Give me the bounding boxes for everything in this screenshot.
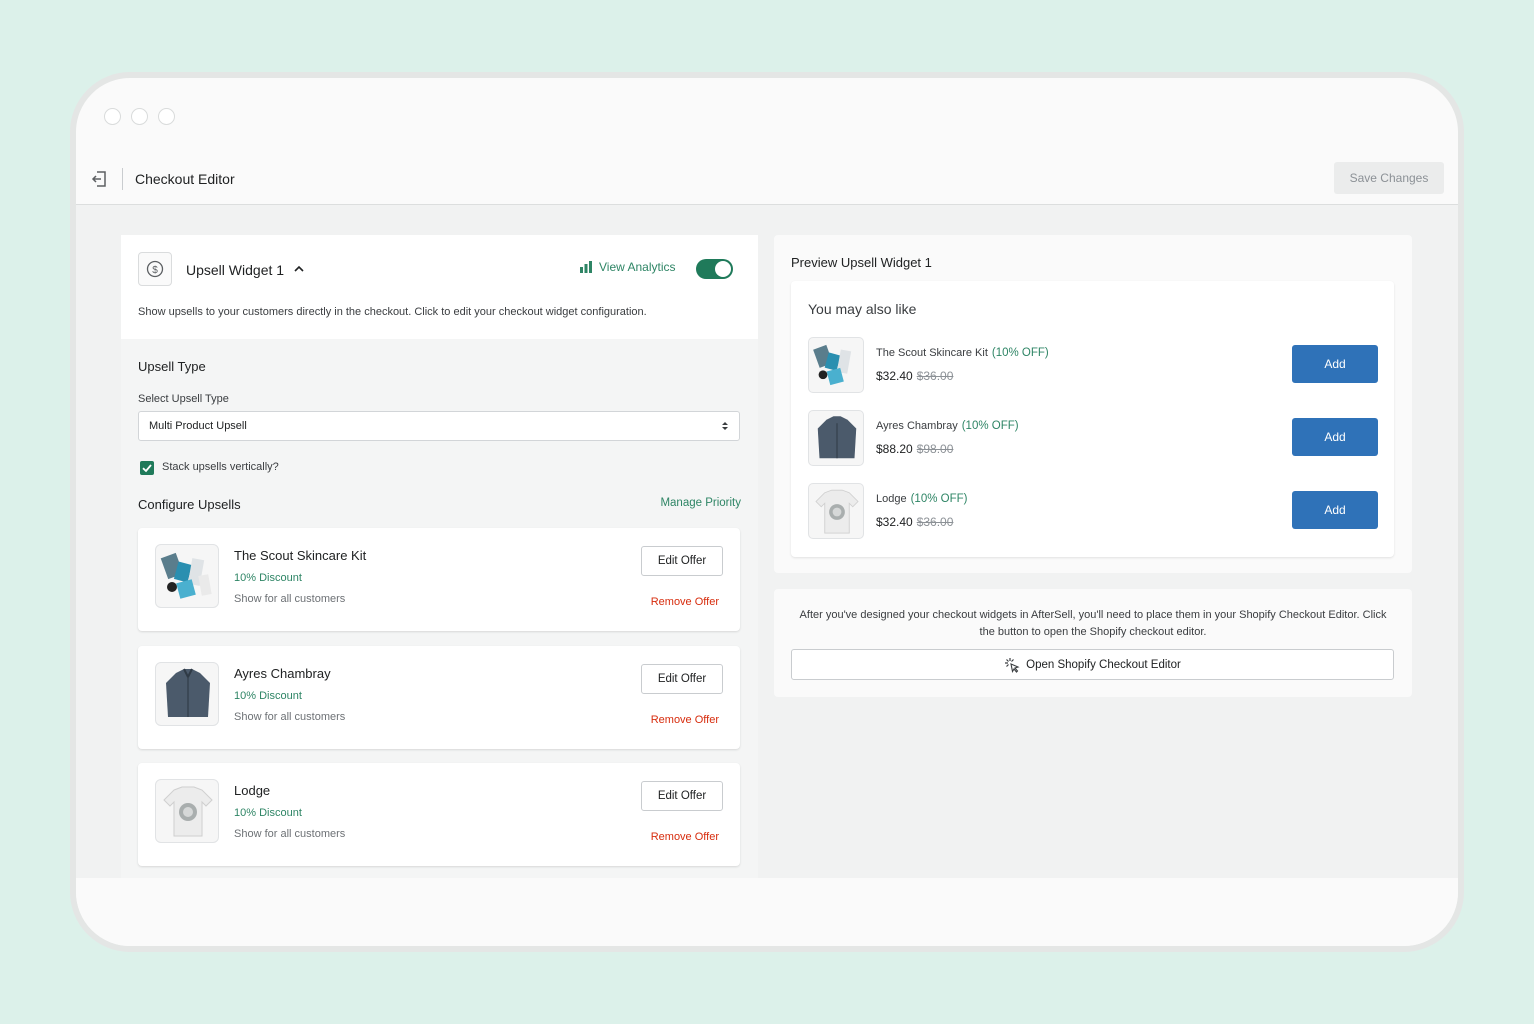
offer-audience: Show for all customers bbox=[234, 711, 346, 723]
product-thumbnail-shirt bbox=[155, 662, 219, 726]
offer-card: The Scout Skincare Kit 10% Discount Show… bbox=[138, 528, 740, 631]
stack-vertically-checkbox[interactable] bbox=[140, 461, 154, 475]
preview-item-price: $32.40 bbox=[876, 515, 913, 529]
widget-enabled-toggle[interactable] bbox=[696, 259, 733, 279]
preview-thumbnail-skincare bbox=[808, 337, 864, 393]
bar-chart-icon bbox=[580, 261, 592, 273]
checkmark-icon bbox=[142, 464, 152, 473]
offer-discount: 10% Discount bbox=[234, 807, 302, 819]
stack-vertically-label: Stack upsells vertically? bbox=[162, 461, 279, 473]
widget-config-panel: $ Upsell Widget 1 View Analytics Show up… bbox=[121, 235, 758, 878]
remove-offer-link[interactable]: Remove Offer bbox=[651, 831, 719, 843]
offer-name: The Scout Skincare Kit bbox=[234, 548, 367, 563]
widget-title[interactable]: Upsell Widget 1 bbox=[186, 262, 284, 278]
bottom-area bbox=[76, 878, 1458, 946]
product-thumbnail-skincare bbox=[155, 544, 219, 608]
preview-title: Preview Upsell Widget 1 bbox=[791, 255, 932, 270]
offer-name: Ayres Chambray bbox=[234, 666, 331, 681]
preview-item-old-price: $98.00 bbox=[916, 442, 954, 456]
preview-item-off: (10% OFF) bbox=[961, 420, 1019, 432]
add-button[interactable]: Add bbox=[1292, 491, 1378, 529]
window-maximize-button[interactable] bbox=[158, 108, 175, 125]
select-arrows-icon bbox=[722, 422, 728, 430]
exit-icon[interactable] bbox=[90, 170, 108, 188]
preview-item-name: The Scout Skincare Kit bbox=[876, 347, 988, 359]
preview-item-price-line: $32.40 $36.00 bbox=[876, 515, 953, 529]
preview-item-price-line: $88.20 $98.00 bbox=[876, 442, 953, 456]
page-title: Checkout Editor bbox=[135, 171, 235, 187]
edit-offer-button[interactable]: Edit Offer bbox=[641, 664, 723, 694]
offer-audience: Show for all customers bbox=[234, 593, 346, 605]
offer-audience: Show for all customers bbox=[234, 828, 346, 840]
view-analytics-label: View Analytics bbox=[599, 260, 676, 274]
divider bbox=[122, 168, 123, 190]
window-close-button[interactable] bbox=[104, 108, 121, 125]
preview-widget: You may also like The Scout Skincare Kit… bbox=[791, 281, 1394, 557]
preview-item-name: Ayres Chambray bbox=[876, 420, 958, 432]
preview-item-name-line: Ayres Chambray (10% OFF) bbox=[876, 420, 1019, 432]
dollar-icon: $ bbox=[146, 260, 164, 278]
open-checkout-editor-button[interactable]: Open Shopify Checkout Editor bbox=[791, 649, 1394, 680]
preview-item-off: (10% OFF) bbox=[910, 493, 968, 505]
info-text: After you've designed your checkout widg… bbox=[799, 609, 1387, 638]
checkout-editor-info: After you've designed your checkout widg… bbox=[774, 589, 1412, 697]
view-analytics-link[interactable]: View Analytics bbox=[579, 260, 675, 274]
offer-card: Lodge 10% Discount Show for all customer… bbox=[138, 763, 740, 866]
window-controls bbox=[104, 108, 175, 125]
preview-item: The Scout Skincare Kit (10% OFF) $32.40 $3… bbox=[808, 337, 1378, 397]
edit-offer-button[interactable]: Edit Offer bbox=[641, 781, 723, 811]
chevron-up-icon[interactable] bbox=[293, 264, 305, 274]
preview-thumbnail-shirt bbox=[808, 410, 864, 466]
widget-icon-box: $ bbox=[138, 252, 172, 286]
offer-name: Lodge bbox=[234, 783, 271, 798]
offer-discount: 10% Discount bbox=[234, 690, 302, 702]
preview-item-off: (10% OFF) bbox=[991, 347, 1049, 359]
window-minimize-button[interactable] bbox=[131, 108, 148, 125]
toggle-knob bbox=[715, 261, 731, 277]
main-content: $ Upsell Widget 1 View Analytics Show up… bbox=[76, 205, 1458, 878]
widget-description: Show upsells to your customers directly … bbox=[138, 306, 647, 318]
configure-upsells-title: Configure Upsells bbox=[138, 497, 241, 512]
preview-item-name-line: Lodge (10% OFF) bbox=[876, 493, 967, 505]
product-thumbnail-tshirt bbox=[155, 779, 219, 843]
widget-settings: Upsell Type Select Upsell Type Multi Pro… bbox=[121, 339, 758, 878]
svg-text:$: $ bbox=[152, 265, 158, 276]
edit-offer-button[interactable]: Edit Offer bbox=[641, 546, 723, 576]
preview-item-old-price: $36.00 bbox=[916, 515, 954, 529]
preview-heading: You may also like bbox=[808, 301, 917, 317]
sparkle-cursor-icon bbox=[1005, 657, 1020, 673]
add-button[interactable]: Add bbox=[1292, 418, 1378, 456]
upsell-type-select[interactable]: Multi Product Upsell bbox=[138, 411, 740, 441]
remove-offer-link[interactable]: Remove Offer bbox=[651, 596, 719, 608]
select-upsell-type-label: Select Upsell Type bbox=[138, 393, 229, 405]
app-window: Checkout Editor Save Changes $ Upsell Wi… bbox=[70, 72, 1464, 952]
offer-discount: 10% Discount bbox=[234, 572, 302, 584]
preview-item: Lodge (10% OFF) $32.40 $36.00 Add bbox=[808, 483, 1378, 543]
open-checkout-editor-label: Open Shopify Checkout Editor bbox=[1026, 658, 1181, 671]
preview-item-name: Lodge bbox=[876, 493, 907, 505]
preview-item-old-price: $36.00 bbox=[916, 369, 954, 383]
preview-item-price-line: $32.40 $36.00 bbox=[876, 369, 953, 383]
top-bar: Checkout Editor Save Changes bbox=[76, 156, 1458, 205]
preview-item-price: $32.40 bbox=[876, 369, 913, 383]
offer-card: Ayres Chambray 10% Discount Show for all… bbox=[138, 646, 740, 749]
remove-offer-link[interactable]: Remove Offer bbox=[651, 714, 719, 726]
preview-item: Ayres Chambray (10% OFF) $88.20 $98.00 Add bbox=[808, 410, 1378, 470]
add-button[interactable]: Add bbox=[1292, 345, 1378, 383]
upsell-type-title: Upsell Type bbox=[138, 359, 206, 374]
manage-priority-link[interactable]: Manage Priority bbox=[660, 497, 741, 509]
preview-item-price: $88.20 bbox=[876, 442, 913, 456]
preview-thumbnail-tshirt bbox=[808, 483, 864, 539]
preview-item-name-line: The Scout Skincare Kit (10% OFF) bbox=[876, 347, 1049, 359]
save-changes-button[interactable]: Save Changes bbox=[1334, 162, 1444, 194]
upsell-type-value: Multi Product Upsell bbox=[149, 420, 247, 432]
widget-header: $ Upsell Widget 1 View Analytics Show up… bbox=[121, 235, 758, 339]
preview-panel: Preview Upsell Widget 1 You may also lik… bbox=[774, 235, 1412, 573]
